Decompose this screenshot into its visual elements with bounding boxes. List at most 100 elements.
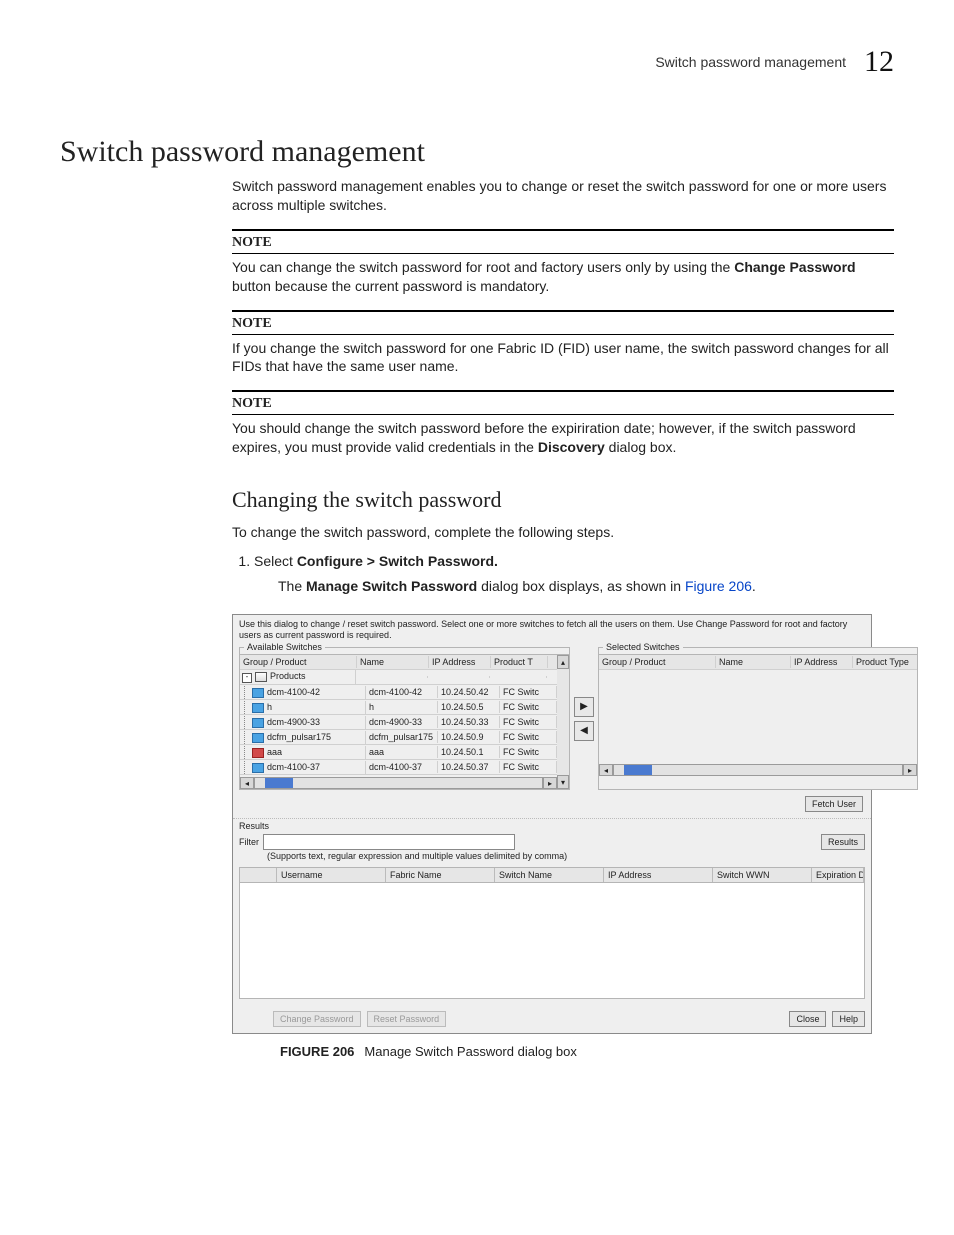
fetch-user-button[interactable]: Fetch User (805, 796, 863, 812)
figure-caption-text: Manage Switch Password dialog box (364, 1044, 576, 1059)
switch-icon (252, 688, 264, 698)
filter-input[interactable] (263, 834, 515, 850)
filter-label: Filter (239, 837, 259, 847)
row-name (356, 676, 428, 678)
scroll-track[interactable] (254, 777, 543, 789)
row-type: FC Switc (500, 716, 557, 728)
col-name[interactable]: Name (716, 656, 791, 668)
col-product-type[interactable]: Product Type (853, 656, 917, 668)
note-text: If you change the switch password for on… (232, 339, 894, 377)
col-ip[interactable]: IP Address (429, 656, 491, 668)
row-type: FC Switc (500, 701, 557, 713)
available-vscrollbar[interactable]: ▴ ▾ (557, 654, 569, 789)
add-to-selected-button[interactable]: ▶ (574, 697, 594, 717)
help-button[interactable]: Help (832, 1011, 865, 1027)
switch-icon (252, 733, 264, 743)
figure-reference-link[interactable]: Figure 206 (685, 578, 752, 594)
col-expiration-date[interactable]: Expiration Date (812, 868, 864, 882)
results-title: Results (239, 821, 865, 831)
row-label: dcm-4900-33 (267, 717, 320, 727)
row-ip: 10.24.50.1 (438, 746, 500, 758)
col-ip[interactable]: IP Address (791, 656, 853, 668)
col-group-product[interactable]: Group / Product (599, 656, 716, 668)
switch-icon (252, 703, 264, 713)
change-password-button[interactable]: Change Password (273, 1011, 361, 1027)
note-label: NOTE (232, 316, 894, 335)
section-subtitle: Changing the switch password (232, 487, 894, 513)
close-button[interactable]: Close (789, 1011, 826, 1027)
switch-icon (252, 763, 264, 773)
note-label: NOTE (232, 235, 894, 254)
sub-bold: Manage Switch Password (306, 578, 477, 594)
table-row[interactable]: dcm-4100-37 dcm-4100-37 10.24.50.37 FC S… (240, 760, 557, 775)
table-row[interactable]: aaa aaa 10.24.50.1 FC Switc (240, 745, 557, 760)
col-switch-name[interactable]: Switch Name (495, 868, 604, 882)
scroll-thumb[interactable] (624, 765, 652, 775)
collapse-icon[interactable]: - (242, 673, 252, 683)
row-ip: 10.24.50.5 (438, 701, 500, 713)
note-text: You can change the switch password for r… (232, 258, 894, 296)
scroll-left-icon[interactable]: ◂ (599, 764, 613, 776)
sub-intro: To change the switch password, complete … (232, 523, 894, 542)
col-ip-address[interactable]: IP Address (604, 868, 713, 882)
step-1-sub: The Manage Switch Password dialog box di… (278, 577, 894, 596)
selected-switches-title: Selected Switches (603, 642, 683, 652)
intro-paragraph: Switch password management enables you t… (232, 177, 894, 215)
col-checkbox[interactable] (240, 868, 277, 882)
row-label: dcm-4100-42 (267, 687, 320, 697)
transfer-buttons: ▶ ◀ (574, 647, 594, 790)
figure-number: FIGURE 206 (280, 1044, 354, 1059)
note-block-3: NOTE You should change the switch passwo… (232, 390, 894, 457)
filter-hint: (Supports text, regular expression and m… (267, 851, 865, 861)
scroll-down-icon[interactable]: ▾ (557, 775, 569, 789)
note-text-bold: Discovery (538, 439, 605, 455)
scroll-right-icon[interactable]: ▸ (903, 764, 917, 776)
table-row[interactable]: h h 10.24.50.5 FC Switc (240, 700, 557, 715)
col-name[interactable]: Name (357, 656, 429, 668)
available-grid-header: Group / Product Name IP Address Product … (240, 654, 557, 670)
row-label: h (267, 702, 272, 712)
table-row[interactable]: dcfm_pulsar175 dcfm_pulsar175 10.24.50.9… (240, 730, 557, 745)
reset-password-button[interactable]: Reset Password (367, 1011, 447, 1027)
available-hscrollbar[interactable]: ◂ ▸ (240, 777, 557, 789)
sub-pre: The (278, 578, 306, 594)
selected-grid-body-empty (599, 670, 917, 762)
table-row[interactable]: dcm-4900-33 dcm-4900-33 10.24.50.33 FC S… (240, 715, 557, 730)
sub-mid: dialog box displays, as shown in (477, 578, 685, 594)
scroll-up-icon[interactable]: ▴ (557, 655, 569, 669)
scroll-track[interactable] (613, 764, 903, 776)
row-label: dcfm_pulsar175 (267, 732, 331, 742)
row-name: dcm-4100-37 (366, 761, 438, 773)
col-group-product[interactable]: Group / Product (240, 656, 357, 668)
results-table-header: Username Fabric Name Switch Name IP Addr… (240, 868, 864, 883)
row-ip: 10.24.50.9 (438, 731, 500, 743)
globe-icon (255, 672, 267, 682)
row-name: aaa (366, 746, 438, 758)
row-label: dcm-4100-37 (267, 762, 320, 772)
col-switch-wwn[interactable]: Switch WWN (713, 868, 812, 882)
table-row[interactable]: - Products (240, 670, 557, 685)
row-type: FC Switc (500, 731, 557, 743)
row-name: dcm-4900-33 (366, 716, 438, 728)
scroll-right-icon[interactable]: ▸ (543, 777, 557, 789)
step-text-bold: Configure > Switch Password. (297, 553, 498, 569)
scroll-left-icon[interactable]: ◂ (240, 777, 254, 789)
results-section: Results Filter Results (Supports text, r… (233, 818, 871, 1005)
sub-post: . (752, 578, 756, 594)
row-label: Products (270, 671, 306, 681)
results-filter-button[interactable]: Results (821, 834, 865, 850)
table-row[interactable]: dcm-4100-42 dcm-4100-42 10.24.50.42 FC S… (240, 685, 557, 700)
col-username[interactable]: Username (277, 868, 386, 882)
col-fabric-name[interactable]: Fabric Name (386, 868, 495, 882)
selected-grid-header: Group / Product Name IP Address Product … (599, 654, 917, 670)
row-type: FC Switc (500, 761, 557, 773)
results-table: Username Fabric Name Switch Name IP Addr… (239, 867, 865, 999)
selected-switches-panel: Selected Switches Group / Product Name I… (598, 647, 918, 790)
tree-root-products[interactable]: - Products (240, 670, 356, 684)
col-product-type[interactable]: Product T (491, 656, 548, 668)
remove-from-selected-button[interactable]: ◀ (574, 721, 594, 741)
note-text-post: dialog box. (605, 439, 677, 455)
row-type (490, 676, 547, 678)
selected-hscrollbar[interactable]: ◂ ▸ (599, 764, 917, 776)
scroll-thumb[interactable] (265, 778, 293, 788)
